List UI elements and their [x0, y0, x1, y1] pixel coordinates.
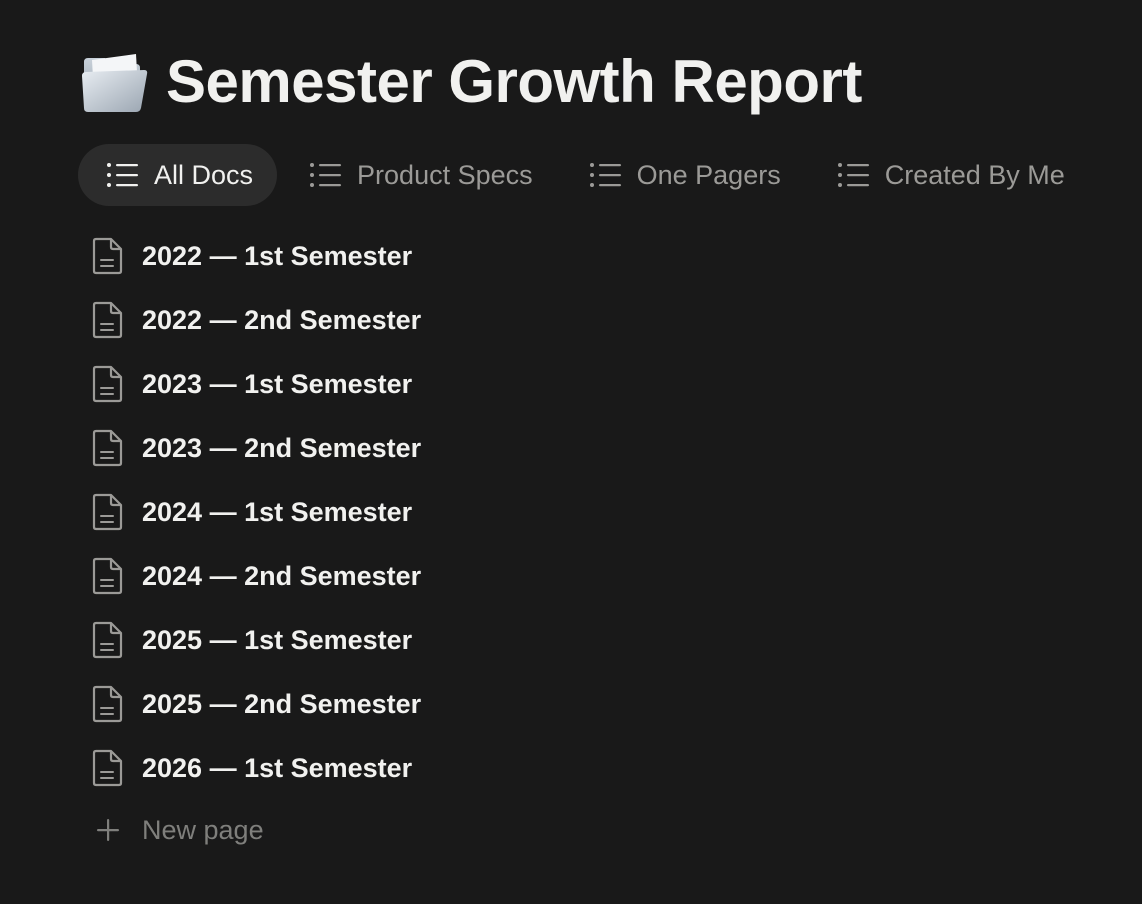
- page-title: Semester Growth Report: [166, 48, 862, 115]
- list-icon: [837, 163, 869, 187]
- new-page-button[interactable]: New page: [94, 808, 264, 852]
- document-icon: [92, 493, 123, 531]
- doc-title: 2025 — 2nd Semester: [142, 688, 422, 719]
- document-icon: [92, 621, 123, 659]
- view-tabs: All Docs Product Specs One Pagers Create…: [78, 144, 1089, 206]
- doc-title: 2025 — 1st Semester: [142, 624, 413, 655]
- new-page-label: New page: [142, 814, 264, 845]
- tab-created-by-me[interactable]: Created By Me: [809, 144, 1089, 206]
- list-icon: [310, 163, 342, 187]
- list-item[interactable]: 2022 — 1st Semester: [90, 224, 790, 288]
- list-item[interactable]: 2024 — 2nd Semester: [90, 544, 790, 608]
- tab-label: Product Specs: [357, 159, 533, 190]
- doc-title: 2022 — 2nd Semester: [142, 304, 422, 335]
- list-icon: [589, 163, 621, 187]
- list-item[interactable]: 2022 — 2nd Semester: [90, 288, 790, 352]
- page-header: Semester Growth Report: [78, 42, 862, 122]
- tab-product-specs[interactable]: Product Specs: [281, 144, 557, 206]
- folder-icon: [82, 54, 148, 112]
- plus-icon: [97, 819, 119, 841]
- tab-label: Created By Me: [884, 159, 1065, 190]
- document-icon: [92, 429, 123, 467]
- doc-title: 2023 — 1st Semester: [142, 368, 413, 399]
- document-icon: [92, 365, 123, 403]
- tab-label: One Pagers: [636, 159, 781, 190]
- doc-title: 2023 — 2nd Semester: [142, 432, 422, 463]
- doc-title: 2022 — 1st Semester: [142, 240, 413, 271]
- document-icon: [92, 301, 123, 339]
- document-list: 2022 — 1st Semester 2022 — 2nd Semester …: [90, 224, 790, 800]
- list-item[interactable]: 2025 — 1st Semester: [90, 608, 790, 672]
- list-item[interactable]: 2024 — 1st Semester: [90, 480, 790, 544]
- list-item[interactable]: 2023 — 2nd Semester: [90, 416, 790, 480]
- doc-title: 2024 — 2nd Semester: [142, 560, 422, 591]
- list-item[interactable]: 2025 — 2nd Semester: [90, 672, 790, 736]
- document-icon: [92, 685, 123, 723]
- list-item[interactable]: 2026 — 1st Semester: [90, 736, 790, 800]
- list-item[interactable]: 2023 — 1st Semester: [90, 352, 790, 416]
- tab-one-pagers[interactable]: One Pagers: [561, 144, 805, 206]
- list-icon: [107, 163, 138, 187]
- document-icon: [92, 237, 123, 275]
- tab-all-docs[interactable]: All Docs: [78, 144, 278, 206]
- doc-title: 2026 — 1st Semester: [142, 752, 413, 783]
- document-icon: [92, 557, 123, 595]
- doc-title: 2024 — 1st Semester: [142, 496, 413, 527]
- tab-label: All Docs: [154, 159, 254, 190]
- document-icon: [92, 749, 123, 787]
